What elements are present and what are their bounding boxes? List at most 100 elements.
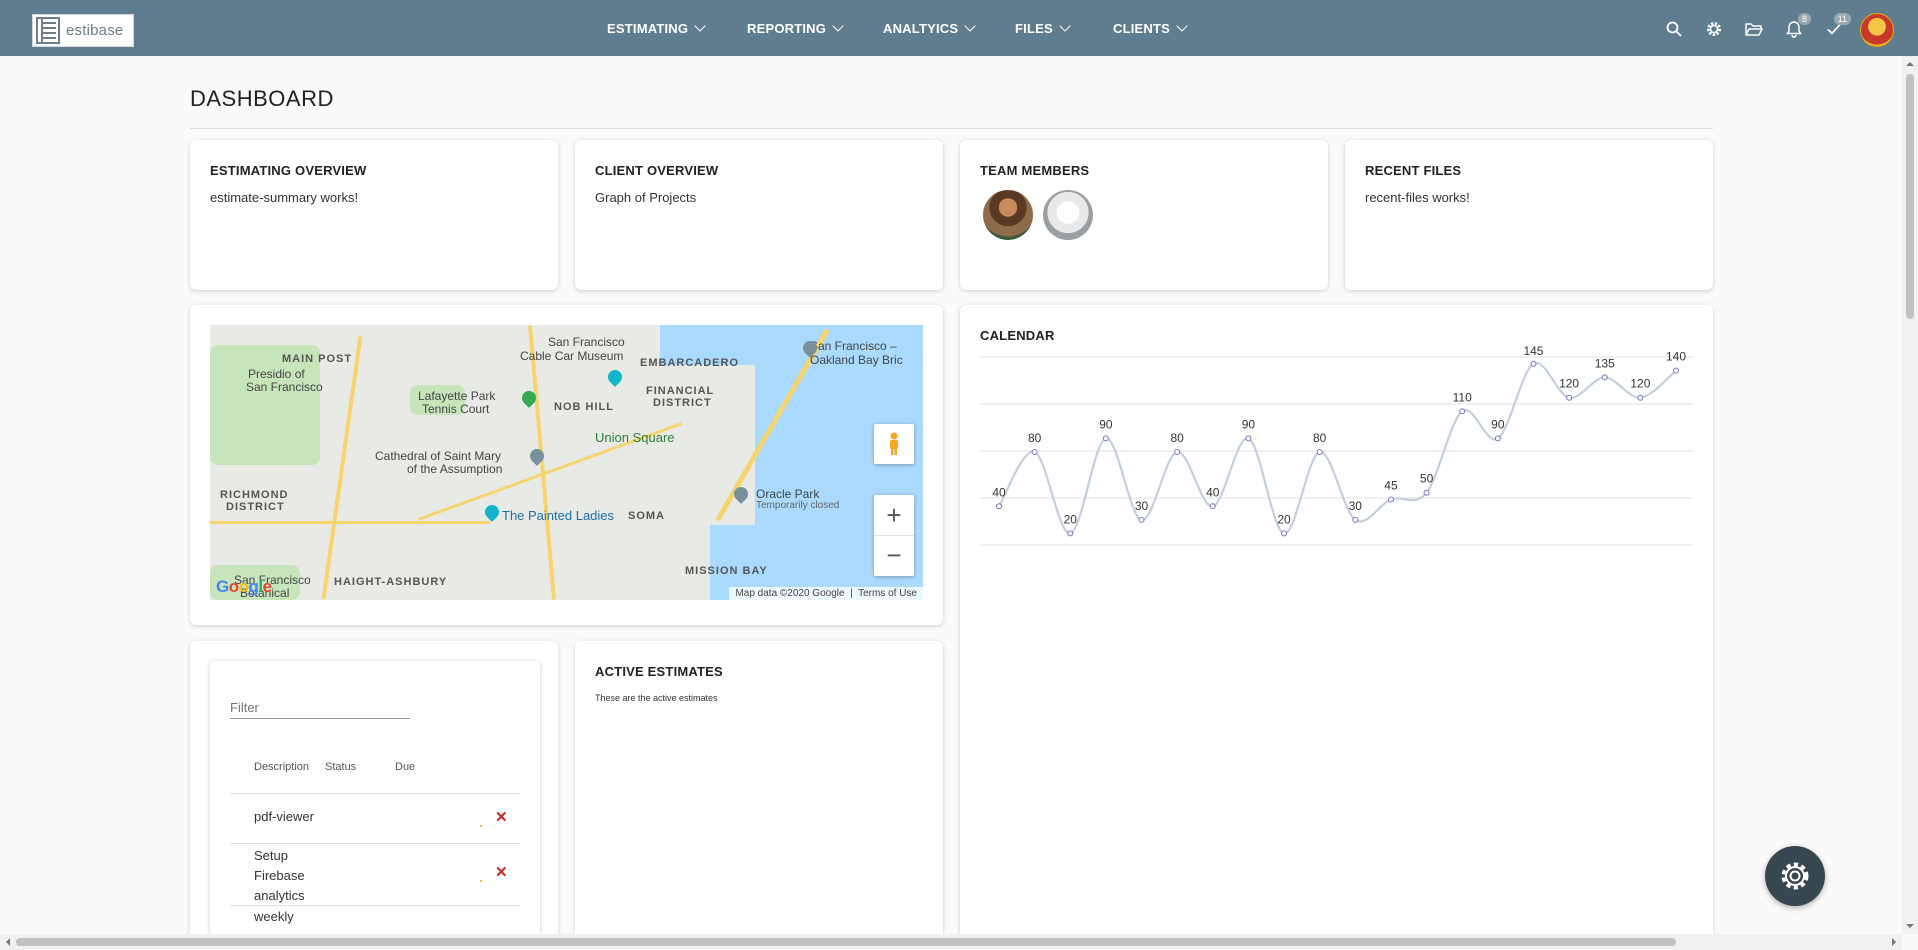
column-header-status: Status xyxy=(325,761,357,773)
data-point[interactable] xyxy=(1209,503,1216,510)
map-card: San Francisco Cable Car Museum EMBARCADE… xyxy=(190,305,943,625)
nav-clients[interactable]: CLIENTS xyxy=(1113,0,1188,56)
nav-analytics[interactable]: ANALTYICS xyxy=(883,0,976,56)
data-label: 20 xyxy=(1277,512,1291,526)
map-pin-icon[interactable] xyxy=(482,502,502,522)
data-point[interactable] xyxy=(1530,360,1537,367)
map-label: Lafayette Park xyxy=(418,389,496,403)
nav-reporting[interactable]: REPORTING xyxy=(747,0,844,56)
data-point[interactable] xyxy=(1352,516,1359,523)
chevron-down-icon xyxy=(1059,20,1071,32)
horizontal-scroll-thumb[interactable] xyxy=(16,938,1676,946)
data-label: 45 xyxy=(1384,479,1398,493)
data-point[interactable] xyxy=(1494,435,1501,442)
data-label: 90 xyxy=(1099,417,1113,431)
app-logo[interactable]: estibase xyxy=(32,14,134,47)
map-label: Temporarily closed xyxy=(756,500,840,511)
google-logo: Google xyxy=(216,577,272,596)
chevron-down-icon xyxy=(964,20,976,32)
data-label: 80 xyxy=(1028,431,1042,445)
user-avatar[interactable] xyxy=(1860,13,1894,47)
data-point[interactable] xyxy=(1316,449,1323,455)
horizontal-scrollbar[interactable] xyxy=(0,934,1902,950)
nav-estimating[interactable]: ESTIMATING xyxy=(607,0,706,56)
settings-fab-button[interactable] xyxy=(1765,846,1825,906)
data-point[interactable] xyxy=(1067,530,1074,537)
estimating-overview-card: ESTIMATING OVERVIEW estimate-summary wor… xyxy=(190,140,558,290)
data-point[interactable] xyxy=(1245,435,1252,442)
data-point[interactable] xyxy=(1673,367,1679,374)
data-point[interactable] xyxy=(1637,394,1644,401)
row-divider xyxy=(230,793,520,794)
logo-text: estibase xyxy=(66,22,124,39)
map-label: Union Square xyxy=(595,430,675,445)
top-navbar: estibase ESTIMATING REPORTING ANALTYICS … xyxy=(0,0,1918,56)
gear-icon xyxy=(1781,862,1809,890)
scroll-left-icon[interactable] xyxy=(2,938,10,946)
map-label: HAIGHT-ASHBURY xyxy=(334,576,448,588)
data-label: 120 xyxy=(1630,377,1650,391)
data-point[interactable] xyxy=(1281,530,1288,537)
team-member-avatar[interactable] xyxy=(983,190,1033,240)
street-view-pegman-icon[interactable] xyxy=(874,424,914,464)
map-label: DISTRICT xyxy=(653,397,712,409)
delete-icon[interactable]: ✕ xyxy=(495,863,508,881)
data-label: 30 xyxy=(1349,499,1363,513)
data-label: 80 xyxy=(1170,431,1184,445)
data-point[interactable] xyxy=(1601,374,1608,381)
column-header-due: Due xyxy=(395,761,416,773)
data-point[interactable] xyxy=(1031,449,1038,455)
active-estimates-card: ACTIVE ESTIMATES These are the active es… xyxy=(575,641,943,950)
data-label: 90 xyxy=(1491,417,1505,431)
scroll-down-icon[interactable] xyxy=(1906,924,1914,932)
data-point[interactable] xyxy=(1102,435,1109,442)
scroll-right-icon[interactable] xyxy=(1892,938,1900,946)
column-header-description: Description xyxy=(254,761,310,773)
scroll-up-icon[interactable] xyxy=(1906,58,1914,66)
delete-icon[interactable]: ✕ xyxy=(495,808,508,826)
title-divider xyxy=(190,128,1713,129)
map-label: San Francisco – xyxy=(810,339,897,353)
map-label: NOB HILL xyxy=(554,401,614,413)
data-point[interactable] xyxy=(1138,516,1145,523)
folder-open-icon[interactable] xyxy=(1745,20,1763,38)
calendar-line-chart: 40 80 20 90 30 80 40 90 20 80 30 45 50 110 90 145 120 135… xyxy=(980,344,1693,546)
zoom-out-icon[interactable]: − xyxy=(874,536,914,576)
todo-card: Description Status Due pdf-viewer ✕ Setu… xyxy=(190,641,558,950)
data-point[interactable] xyxy=(1174,449,1181,455)
zoom-in-icon[interactable]: + xyxy=(874,496,914,536)
data-label: 80 xyxy=(1313,431,1327,445)
data-label: 120 xyxy=(1559,377,1579,391)
map-label: MAIN POST xyxy=(282,353,353,365)
notifications-bell-icon[interactable]: 8 xyxy=(1785,13,1811,38)
gear-icon[interactable] xyxy=(1705,20,1723,38)
status-dot xyxy=(480,825,482,827)
map-label: Tennis Court xyxy=(422,402,490,416)
vertical-scroll-thumb[interactable] xyxy=(1906,74,1914,319)
data-point[interactable] xyxy=(996,503,1002,510)
map-label: Oakland Bay Bric xyxy=(810,353,903,367)
todo-description: weekly xyxy=(254,909,294,924)
map-label: The Painted Ladies xyxy=(502,508,615,523)
map-label: San Francisco xyxy=(548,335,625,349)
google-map[interactable]: San Francisco Cable Car Museum EMBARCADE… xyxy=(210,325,923,600)
team-member-avatar[interactable] xyxy=(1043,190,1093,240)
map-label: SOMA xyxy=(628,510,665,522)
data-point[interactable] xyxy=(1423,489,1430,496)
map-pin-icon[interactable] xyxy=(605,367,625,387)
road xyxy=(210,521,490,524)
tasks-check-icon[interactable]: 11 xyxy=(1825,13,1851,38)
data-point[interactable] xyxy=(1459,408,1466,415)
data-point[interactable] xyxy=(1387,496,1394,503)
data-label: 20 xyxy=(1064,512,1078,526)
map-label: of the Assumption xyxy=(407,462,503,476)
nav-files[interactable]: FILES xyxy=(1015,0,1071,56)
data-point[interactable] xyxy=(1566,394,1573,401)
search-icon[interactable] xyxy=(1665,20,1683,38)
card-title: RECENT FILES xyxy=(1365,163,1462,178)
terms-of-use-link[interactable]: Terms of Use xyxy=(858,588,917,599)
data-label: 135 xyxy=(1595,356,1615,370)
data-label: 145 xyxy=(1523,344,1543,358)
filter-input[interactable] xyxy=(230,697,410,719)
vertical-scrollbar[interactable] xyxy=(1902,56,1918,934)
